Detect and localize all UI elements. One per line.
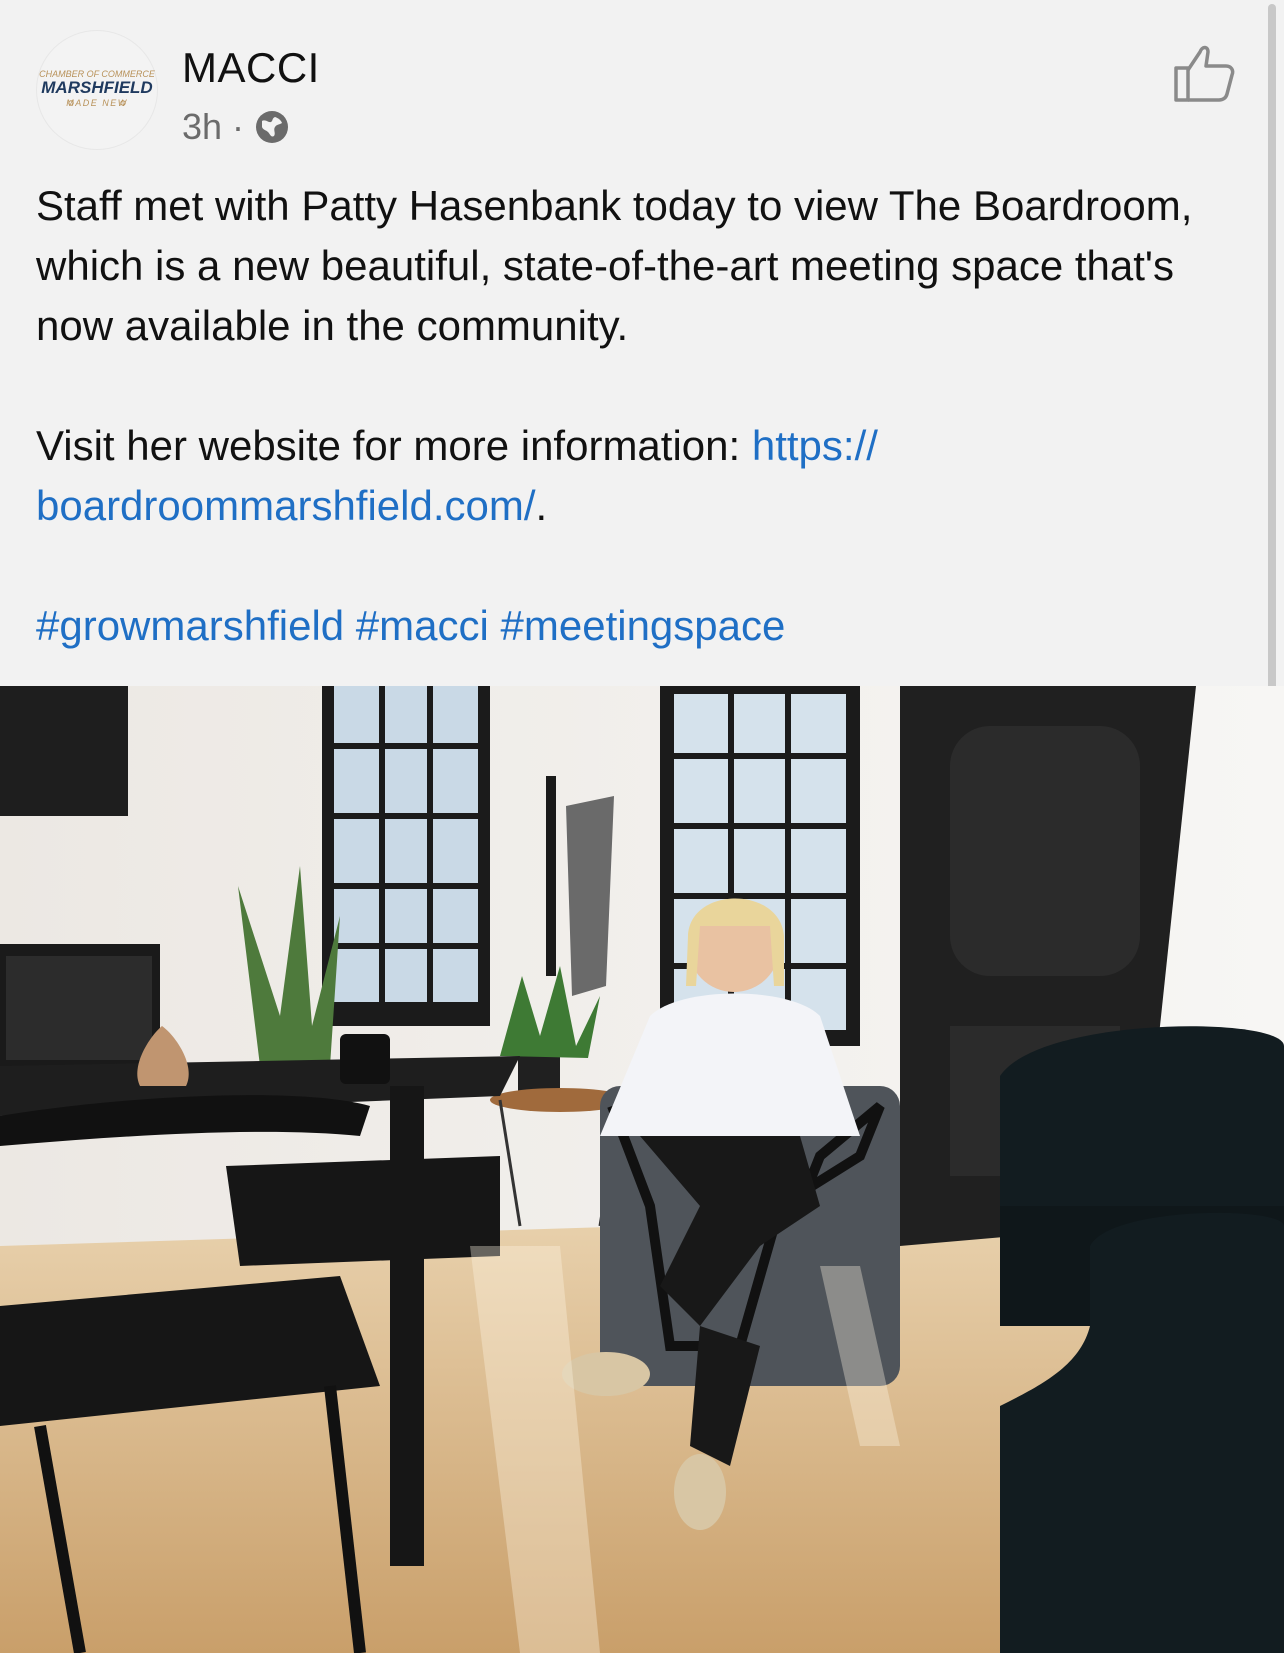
boardroom-photo-illustration	[0, 686, 1284, 1653]
meta-separator: ·	[232, 106, 245, 147]
post-header: CHAMBER OF COMMERCE MARSHFIELD MADE NEW …	[0, 0, 1284, 160]
marshfield-logo: CHAMBER OF COMMERCE MARSHFIELD MADE NEW	[39, 69, 156, 108]
post-photo[interactable]	[0, 686, 1284, 1653]
link-suffix: .	[535, 482, 548, 529]
page-avatar[interactable]: CHAMBER OF COMMERCE MARSHFIELD MADE NEW	[36, 30, 158, 150]
scrollbar[interactable]	[1268, 4, 1276, 776]
post-meta: 3h ·	[182, 106, 290, 148]
website-link-part-2[interactable]: boardroommarshfield.com/	[36, 482, 536, 529]
page-name[interactable]: MACCI	[182, 44, 320, 92]
post-paragraph-1: Staff met with Patty Hasenbank today to …	[36, 182, 1193, 349]
website-link-part-1[interactable]: https://	[752, 422, 878, 469]
logo-bottom-text: MADE NEW	[66, 98, 128, 108]
logo-main-text: MARSHFIELD	[41, 78, 152, 97]
post-paragraph-2: Visit her website for more information: …	[36, 416, 1236, 536]
link-intro-text: Visit her website for more information:	[36, 422, 752, 469]
hashtags[interactable]: #growmarshfield #macci #meetingspace	[36, 596, 1236, 656]
thumbs-up-icon[interactable]	[1172, 40, 1238, 106]
post-text: Staff met with Patty Hasenbank today to …	[36, 176, 1236, 656]
globe-icon	[254, 109, 290, 145]
post-time[interactable]: 3h	[182, 106, 222, 148]
